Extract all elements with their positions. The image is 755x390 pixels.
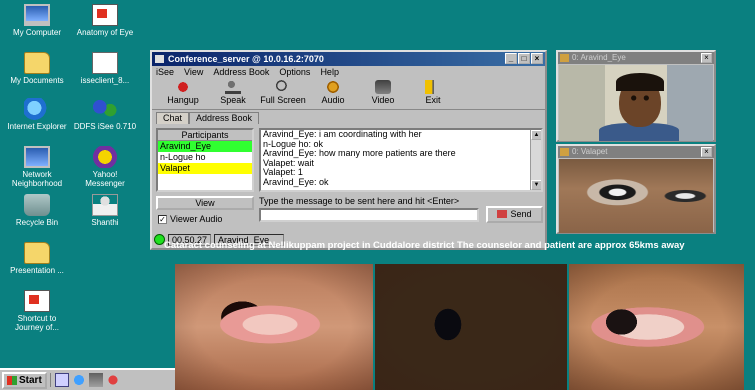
ddfs-icon [92, 98, 118, 120]
shortcut-icon [24, 290, 50, 312]
computer-icon [24, 4, 50, 26]
tab-address-book[interactable]: Address Book [189, 112, 260, 124]
network-icon [24, 146, 50, 168]
video-window-titlebar[interactable]: 0: Aravind_Eye × [558, 52, 714, 64]
desktop-icon-shanthi[interactable]: Shanthi [72, 194, 138, 227]
magnifier-icon [275, 80, 291, 94]
show-desktop-icon[interactable] [54, 373, 69, 387]
internet-explorer-icon [24, 98, 50, 120]
viewer-audio-checkbox[interactable]: ✓ [158, 214, 167, 224]
conference-titlebar[interactable]: Conference_server @ 10.0.16.2:7070 _ □ × [152, 52, 545, 66]
participant-item[interactable]: Valapet [158, 163, 252, 174]
desktop-icon-my-computer[interactable]: My Computer [4, 4, 70, 37]
video-window-aravind: 0: Aravind_Eye × [556, 50, 716, 142]
speaker-icon [325, 80, 341, 94]
view-button[interactable]: View [156, 196, 254, 210]
microphone-icon [225, 80, 241, 94]
desktop-icon-ddfs-isee[interactable]: DDFS iSee 0.710 [72, 98, 138, 131]
video-feed [559, 159, 713, 233]
client-icon [92, 52, 118, 74]
desktop-icon-isseclient[interactable]: isseclient_8... [72, 52, 138, 85]
close-button[interactable]: × [531, 53, 543, 64]
hangup-icon [175, 80, 191, 94]
participant-item[interactable]: Aravind_Eye [158, 141, 252, 152]
maximize-button[interactable]: □ [518, 53, 530, 64]
close-button[interactable]: × [701, 147, 712, 157]
menu-help[interactable]: Help [320, 66, 339, 78]
internet-explorer-icon[interactable] [71, 373, 86, 387]
video-button[interactable]: Video [358, 78, 408, 109]
menu-options[interactable]: Options [279, 66, 310, 78]
speak-button[interactable]: Speak [208, 78, 258, 109]
send-button[interactable]: Send [486, 206, 543, 223]
toolbar: Hangup Speak Full Screen Audio Video Exi… [152, 78, 545, 110]
eye-photo [175, 264, 373, 390]
video-feed [559, 65, 713, 141]
windows-logo-icon [7, 375, 17, 385]
scroll-up-arrow-icon[interactable]: ▲ [531, 130, 541, 140]
app-icon [155, 55, 164, 63]
folder-icon [24, 242, 50, 264]
desktop-icon-anatomy-of-eye[interactable]: Anatomy of Eye [72, 4, 138, 37]
exit-door-icon [425, 80, 441, 94]
participant-item[interactable]: n-Logue ho [158, 152, 252, 163]
quick-launch [49, 373, 120, 387]
eye-photo [569, 264, 744, 390]
video-window-icon [560, 148, 569, 156]
video-window-icon [560, 54, 569, 62]
desktop-icon-recycle-bin[interactable]: Recycle Bin [4, 194, 70, 227]
window-title: Conference_server @ 10.0.16.2:7070 [168, 54, 324, 64]
camera-icon [375, 80, 391, 94]
chat-scrollbar[interactable]: ▲ ▼ [530, 130, 541, 190]
menu-address-book[interactable]: Address Book [213, 66, 269, 78]
outlook-icon[interactable] [88, 373, 103, 387]
media-icon[interactable] [105, 373, 120, 387]
conference-window: Conference_server @ 10.0.16.2:7070 _ □ ×… [150, 50, 547, 250]
audio-button[interactable]: Audio [308, 78, 358, 109]
message-hint: Type the message to be sent here and hit… [259, 196, 460, 206]
tab-chat[interactable]: Chat [156, 112, 190, 124]
viewer-audio-option[interactable]: ✓ Viewer Audio [158, 214, 222, 224]
exit-button[interactable]: Exit [408, 78, 458, 109]
hangup-button[interactable]: Hangup [158, 78, 208, 109]
taskbar: Start [0, 368, 175, 390]
folder-icon [24, 52, 50, 74]
viewer-audio-label: Viewer Audio [170, 214, 223, 224]
eye-photo [375, 264, 567, 390]
participants-list: Participants Aravind_Eye n-Logue ho Vala… [156, 128, 254, 192]
desktop-icon-network-neighborhood[interactable]: Network Neighborhood [4, 146, 70, 188]
message-input[interactable] [259, 208, 479, 222]
start-button[interactable]: Start [2, 371, 47, 389]
desktop-icon-my-documents[interactable]: My Documents [4, 52, 70, 85]
send-icon [497, 210, 508, 218]
menu-bar: iSee View Address Book Options Help [152, 66, 545, 78]
full-screen-button[interactable]: Full Screen [258, 78, 308, 109]
document-icon [92, 4, 118, 26]
participants-header: Participants [158, 130, 252, 141]
minimize-button[interactable]: _ [505, 53, 517, 64]
video-window-valapet: 0: Valapet × [556, 144, 716, 234]
menu-view[interactable]: View [184, 66, 203, 78]
recycle-bin-icon [24, 194, 50, 216]
yahoo-messenger-icon [92, 146, 118, 168]
desktop-icon-yahoo-messenger[interactable]: Yahoo! Messenger [72, 146, 138, 188]
user-icon [92, 194, 118, 216]
desktop-icon-journey-shortcut[interactable]: Shortcut to Journey of... [4, 290, 70, 332]
desktop-icon-internet-explorer[interactable]: Internet Explorer [4, 98, 70, 131]
caption-text: Cataract counseling at Nellikuppam proje… [164, 240, 685, 251]
menu-isee[interactable]: iSee [156, 66, 174, 78]
scroll-down-arrow-icon[interactable]: ▼ [531, 180, 541, 190]
close-button[interactable]: × [701, 53, 712, 63]
chat-line: Aravind_Eye: ok [263, 176, 329, 187]
desktop-icon-presentation[interactable]: Presentation ... [4, 242, 70, 275]
chat-line: Valapet: wait [263, 157, 314, 168]
chat-log: Aravind_Eye: i am coordinating with her … [259, 128, 543, 192]
video-window-titlebar[interactable]: 0: Valapet × [558, 146, 714, 158]
tab-strip: Chat Address Book [152, 112, 545, 124]
